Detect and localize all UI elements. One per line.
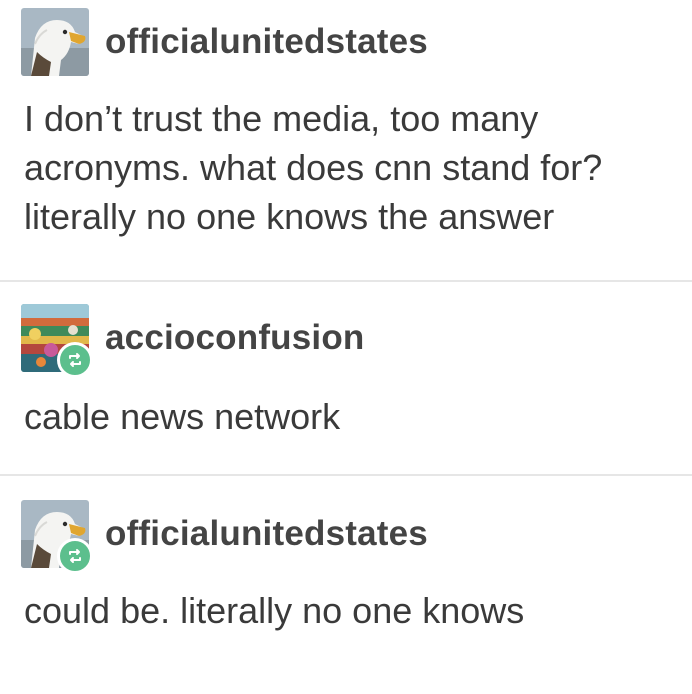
- reblog-icon: [69, 549, 81, 563]
- avatar[interactable]: [21, 304, 93, 378]
- reblog-thread: officialunitedstates I don’t trust the m…: [0, 0, 692, 694]
- username-link[interactable]: officialunitedstates: [105, 514, 428, 554]
- username-link[interactable]: officialunitedstates: [105, 22, 428, 62]
- reblog-badge: [57, 342, 93, 378]
- reblog-badge: [57, 538, 93, 574]
- bald-eagle-avatar-icon: [21, 8, 89, 76]
- post-body-text: cable news network: [24, 396, 341, 437]
- post-body-text: could be. literally no one knows: [24, 590, 525, 631]
- avatar[interactable]: [21, 8, 89, 76]
- post-body-text: I don’t trust the media, too many acrony…: [24, 98, 603, 237]
- post-original: officialunitedstates I don’t trust the m…: [0, 0, 692, 280]
- avatar[interactable]: [21, 500, 93, 574]
- post-header: accioconfusion: [21, 304, 365, 378]
- post-reblog-1: accioconfusion cable news network: [0, 282, 692, 474]
- post-reblog-2: officialunitedstates could be. literally…: [0, 476, 692, 694]
- post-header: officialunitedstates: [21, 500, 428, 574]
- username-link[interactable]: accioconfusion: [105, 318, 365, 358]
- reblog-icon: [69, 353, 81, 367]
- post-header: officialunitedstates: [21, 8, 428, 76]
